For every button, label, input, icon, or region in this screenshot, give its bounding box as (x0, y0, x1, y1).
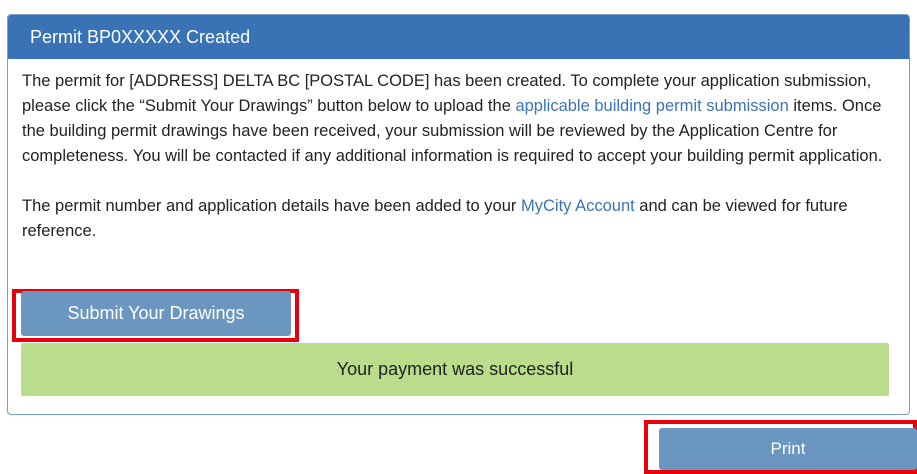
instructions-paragraph: The permit for [ADDRESS] DELTA BC [POSTA… (22, 69, 895, 169)
account-paragraph: The permit number and application detail… (22, 194, 895, 244)
payment-success-banner: Your payment was successful (21, 343, 889, 396)
submission-items-link[interactable]: applicable building permit submission (515, 97, 788, 115)
mycity-account-link[interactable]: MyCity Account (521, 197, 635, 215)
print-button[interactable]: Print (659, 428, 917, 470)
panel-header: Permit BP0XXXXX Created (8, 15, 909, 59)
submit-drawings-button[interactable]: Submit Your Drawings (21, 291, 291, 336)
panel-body: The permit for [ADDRESS] DELTA BC [POSTA… (8, 59, 909, 244)
account-text-start: The permit number and application detail… (22, 197, 521, 215)
